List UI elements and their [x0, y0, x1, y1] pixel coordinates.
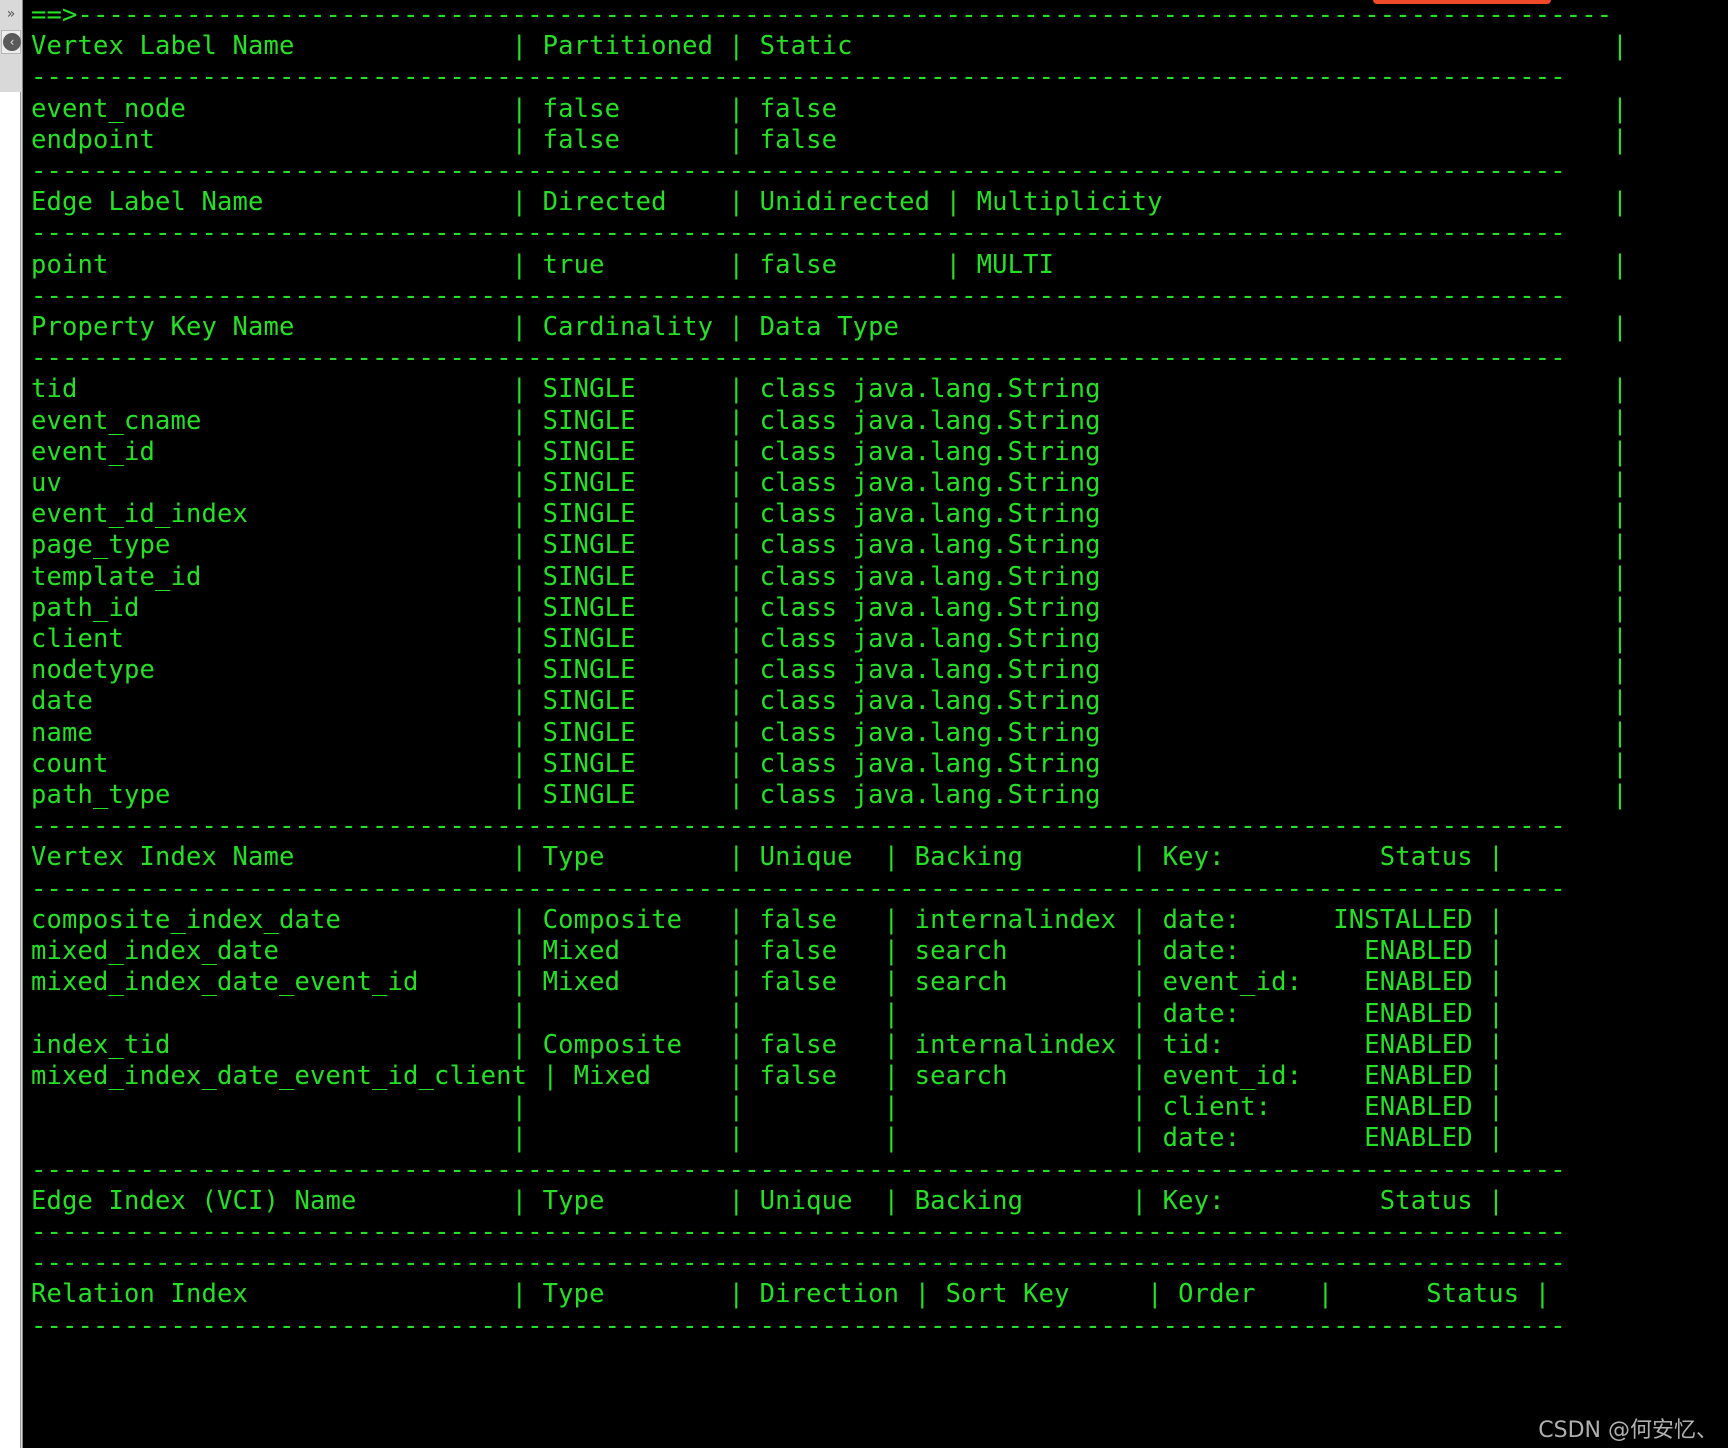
- terminal-line: uv | SINGLE | class java.lang.String |: [31, 468, 1628, 499]
- terminal-line: event_id_index | SINGLE | class java.lan…: [31, 499, 1628, 530]
- terminal-line: Edge Label Name | Directed | Unidirected…: [31, 187, 1628, 218]
- terminal-line: Relation Index | Type | Direction | Sort…: [31, 1279, 1551, 1310]
- terminal-line: path_type | SINGLE | class java.lang.Str…: [31, 780, 1628, 811]
- terminal-line: ----------------------------------------…: [31, 1216, 1566, 1247]
- terminal-line: date | SINGLE | class java.lang.String |: [31, 686, 1628, 717]
- terminal-line: Vertex Index Name | Type | Unique | Back…: [31, 842, 1504, 873]
- terminal-line: name | SINGLE | class java.lang.String |: [31, 717, 1628, 748]
- terminal-line: mixed_index_date_event_id_client | Mixed…: [31, 1060, 1504, 1091]
- terminal-line: | | | | client: ENABLED |: [31, 1092, 1504, 1123]
- terminal-line: count | SINGLE | class java.lang.String …: [31, 748, 1628, 779]
- terminal-line: ----------------------------------------…: [31, 280, 1566, 311]
- terminal-line: Edge Index (VCI) Name | Type | Unique | …: [31, 1185, 1504, 1216]
- terminal-line: mixed_index_date | Mixed | false | searc…: [31, 936, 1504, 967]
- terminal-line: point | true | false | MULTI |: [31, 249, 1628, 280]
- terminal-line: page_type | SINGLE | class java.lang.Str…: [31, 530, 1628, 561]
- terminal-line: template_id | SINGLE | class java.lang.S…: [31, 561, 1628, 592]
- terminal-line: ----------------------------------------…: [31, 62, 1566, 93]
- terminal-line: tid | SINGLE | class java.lang.String |: [31, 374, 1628, 405]
- terminal-line: ----------------------------------------…: [31, 873, 1566, 904]
- terminal-line: ==>-------------------------------------…: [31, 0, 1613, 30]
- terminal-line: Property Key Name | Cardinality | Data T…: [31, 312, 1628, 343]
- terminal-output-pane[interactable]: ==>-------------------------------------…: [23, 0, 1728, 1448]
- terminal-line: client | SINGLE | class java.lang.String…: [31, 624, 1628, 655]
- terminal-line: index_tid | Composite | false | internal…: [31, 1029, 1504, 1060]
- terminal-line: ----------------------------------------…: [31, 156, 1566, 187]
- terminal-line: | | | | date: ENABLED |: [31, 998, 1504, 1029]
- terminal-line: Vertex Label Name | Partitioned | Static…: [31, 31, 1628, 62]
- sidebar-body: [0, 92, 21, 1448]
- terminal-line: ----------------------------------------…: [31, 1154, 1566, 1185]
- terminal-line: ----------------------------------------…: [31, 343, 1566, 374]
- terminal-line: path_id | SINGLE | class java.lang.Strin…: [31, 592, 1628, 623]
- terminal-line: ----------------------------------------…: [31, 811, 1566, 842]
- terminal-line: event_cname | SINGLE | class java.lang.S…: [31, 405, 1628, 436]
- csdn-watermark: CSDN @何安忆、: [1538, 1418, 1718, 1443]
- chevron-left-circle-icon[interactable]: ‹: [3, 33, 21, 51]
- terminal-line: event_node | false | false |: [31, 93, 1628, 124]
- terminal-line: mixed_index_date_event_id | Mixed | fals…: [31, 967, 1504, 998]
- collapsed-sidebar: » ‹: [0, 0, 23, 1448]
- terminal-line: composite_index_date | Composite | false…: [31, 904, 1504, 935]
- terminal-line: ----------------------------------------…: [31, 1310, 1566, 1341]
- terminal-line: ----------------------------------------…: [31, 218, 1566, 249]
- terminal-window: » ‹ ==>---------------------------------…: [0, 0, 1728, 1448]
- terminal-line: ----------------------------------------…: [31, 1248, 1566, 1279]
- collapse-sidebar-button[interactable]: ‹: [1, 30, 21, 54]
- expand-sidebar-icon[interactable]: »: [2, 4, 20, 24]
- terminal-line: endpoint | false | false |: [31, 124, 1628, 155]
- terminal-text: ==>-------------------------------------…: [23, 0, 1728, 1342]
- terminal-line: nodetype | SINGLE | class java.lang.Stri…: [31, 655, 1628, 686]
- terminal-line: event_id | SINGLE | class java.lang.Stri…: [31, 436, 1628, 467]
- right-edge-filler: [1722, 0, 1728, 1448]
- terminal-line: | | | | date: ENABLED |: [31, 1123, 1504, 1154]
